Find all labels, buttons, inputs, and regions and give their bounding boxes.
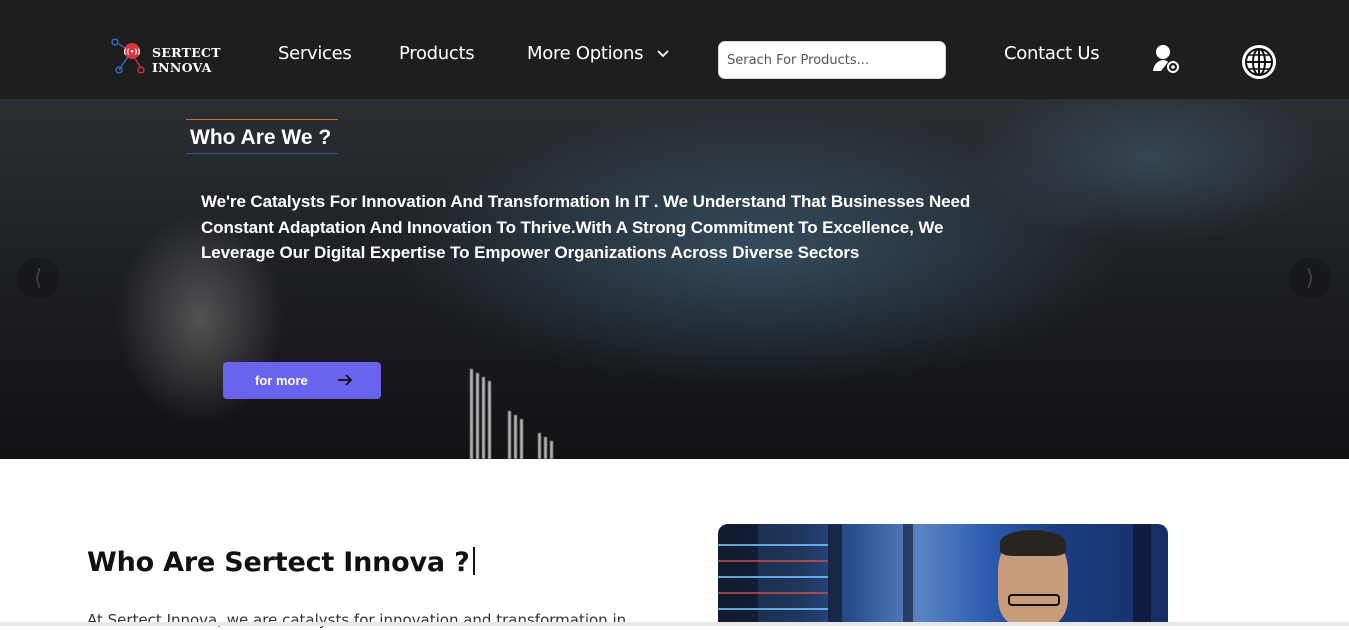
logo[interactable]: ((•)) SERTECT INNOVA bbox=[111, 38, 221, 80]
navbar: ((•)) SERTECT INNOVA Services Products M… bbox=[0, 0, 1349, 99]
chevron-down-icon bbox=[656, 50, 669, 58]
logo-line2: INNOVA bbox=[152, 60, 212, 75]
nav-more-options[interactable]: More Options bbox=[527, 43, 669, 65]
about-image bbox=[718, 524, 1168, 626]
about-heading: Who Are Sertect Innova ? bbox=[87, 547, 475, 578]
logo-icon: ((•)) bbox=[111, 38, 145, 74]
nav-products[interactable]: Products bbox=[399, 43, 475, 65]
for-more-label: for more bbox=[255, 373, 308, 388]
user-settings-icon[interactable] bbox=[1149, 43, 1183, 75]
globe-icon[interactable] bbox=[1240, 43, 1278, 81]
hero-title-box: Who Are We ? bbox=[186, 119, 338, 154]
hero-carousel: Who Are We ? We're Catalysts For Innovat… bbox=[0, 99, 1349, 459]
arrow-right-icon bbox=[338, 374, 353, 386]
about-heading-text: Who Are Sertect Innova ? bbox=[87, 547, 470, 578]
carousel-prev-button[interactable]: ⟨ bbox=[17, 257, 59, 299]
nav-services[interactable]: Services bbox=[278, 43, 352, 65]
for-more-button[interactable]: for more bbox=[223, 362, 381, 399]
hero-background-bars bbox=[468, 369, 588, 459]
svg-text:((•)): ((•)) bbox=[123, 48, 140, 56]
typing-caret bbox=[472, 547, 475, 575]
search-input[interactable] bbox=[718, 41, 946, 79]
hero-title: Who Are We ? bbox=[190, 126, 332, 149]
nav-more-options-label: More Options bbox=[527, 43, 644, 64]
scroll-edge bbox=[0, 622, 1349, 626]
logo-line1: SERTECT bbox=[152, 45, 221, 60]
nav-contact-us[interactable]: Contact Us bbox=[1004, 43, 1100, 65]
carousel-next-button[interactable]: ⟩ bbox=[1289, 257, 1331, 299]
about-text: At Sertect Innova, we are catalysts for … bbox=[87, 611, 627, 629]
hero-description: We're Catalysts For Innovation And Trans… bbox=[201, 192, 971, 262]
